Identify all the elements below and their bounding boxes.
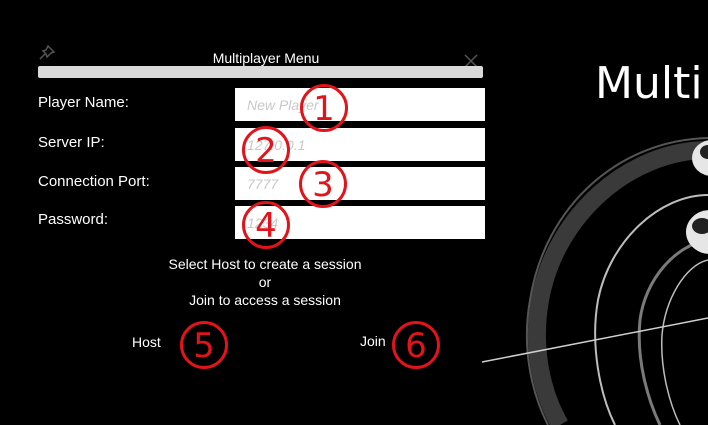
annotation-badge-2: 2: [242, 126, 290, 174]
instruction-line-3: Join to access a session: [189, 292, 341, 308]
player-name-label: Player Name:: [38, 94, 129, 111]
annotation-badge-4: 4: [242, 201, 290, 249]
annotation-badge-5: 5: [180, 321, 228, 369]
outer-ring: [527, 141, 708, 425]
inner-ring: [637, 238, 708, 425]
instruction-line-2: or: [258, 274, 272, 290]
scene-title: Multi: [595, 58, 703, 109]
host-button[interactable]: Host: [132, 334, 161, 350]
player-name-input[interactable]: [235, 88, 485, 121]
password-label: Password:: [38, 211, 109, 228]
title-bar[interactable]: [38, 66, 483, 78]
connection-port-label: Connection Port:: [38, 173, 150, 190]
pin-icon[interactable]: [38, 42, 62, 62]
annotation-badge-1: 1: [300, 84, 348, 132]
menu-title: Multiplayer Menu: [212, 50, 320, 66]
server-ip-label: Server IP:: [38, 134, 105, 151]
annotation-badge-3: 3: [299, 160, 347, 208]
inner-ring-2: [660, 259, 708, 425]
instruction-line-1: Select Host to create a session: [168, 256, 362, 272]
join-button[interactable]: Join: [360, 333, 386, 349]
annotation-badge-6: 6: [392, 321, 440, 369]
